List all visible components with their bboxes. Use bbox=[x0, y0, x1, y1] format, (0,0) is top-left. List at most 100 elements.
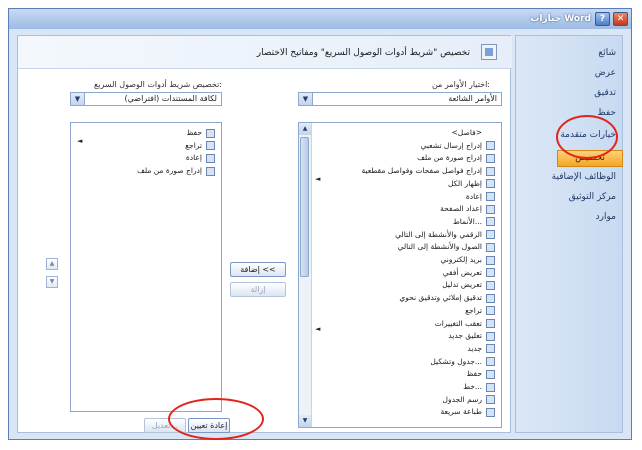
customize-toolbar-label: تخصيص شريط أدوات الوصول السريع: bbox=[94, 80, 222, 89]
command-icon bbox=[486, 217, 495, 227]
command-icon bbox=[486, 242, 495, 252]
command-label: إعادة bbox=[465, 191, 482, 201]
chevron-down-icon-2: ▼ bbox=[71, 93, 85, 105]
command-item[interactable]: إعادة bbox=[466, 191, 495, 203]
command-item[interactable]: بريد إلكتروني bbox=[440, 254, 495, 266]
command-item[interactable]: الأنماط... bbox=[453, 216, 495, 228]
command-item[interactable]: إدراج إرسال تشعبي bbox=[421, 140, 495, 152]
toolbar-item[interactable]: إعادة bbox=[186, 152, 215, 164]
command-label: تعقب التغييرات bbox=[434, 318, 482, 328]
command-icon bbox=[486, 306, 495, 316]
command-item[interactable]: تعليق جديد bbox=[448, 330, 495, 342]
sidebar-item-8[interactable]: مركز التوثيق bbox=[569, 192, 616, 202]
toolbar-item[interactable]: إدراج صورة من ملف bbox=[137, 165, 215, 177]
command-item[interactable]: تعقب التغييرات bbox=[435, 318, 495, 330]
commands-scrollbar[interactable]: ▲ ▼ bbox=[299, 123, 312, 427]
command-item[interactable]: حفظ bbox=[466, 368, 495, 380]
choose-commands-value: الأوامر الشائعة bbox=[448, 94, 497, 103]
command-label: إدراج صورة من ملف bbox=[417, 153, 482, 163]
sidebar-item-7[interactable]: الوظائف الإضافية bbox=[552, 172, 616, 182]
toolbar-item-label: إعادة bbox=[185, 153, 202, 163]
command-icon bbox=[486, 255, 495, 265]
command-label: خط... bbox=[463, 382, 482, 391]
command-label: حفظ bbox=[466, 369, 482, 379]
toolbar-scope-combo[interactable]: ▼ لكافة المستندات (افتراضي) bbox=[70, 92, 222, 106]
toolbar-item[interactable]: حفظ bbox=[186, 127, 215, 139]
move-down-button[interactable]: ▼ bbox=[46, 276, 58, 288]
command-label: إظهار الكل bbox=[448, 178, 482, 188]
command-label: تدقيق إملائي وتدقيق نحوي bbox=[399, 293, 482, 303]
sidebar-item-9[interactable]: موارد bbox=[596, 212, 616, 222]
command-label: <فاصل> bbox=[451, 128, 482, 137]
move-up-button[interactable]: ▲ bbox=[46, 258, 58, 270]
command-icon bbox=[486, 395, 495, 405]
scroll-down-icon[interactable]: ▼ bbox=[299, 415, 311, 427]
command-item[interactable]: تراجع bbox=[465, 305, 495, 317]
command-icon bbox=[486, 280, 495, 290]
command-label: إدراج فواصل صفحات وفواصل مقطعية bbox=[361, 166, 482, 176]
sidebar-item-3[interactable]: تدقيق bbox=[594, 88, 616, 98]
toolbar-scope-value: لكافة المستندات (افتراضي) bbox=[124, 94, 218, 103]
command-label: بريد إلكتروني bbox=[440, 255, 482, 264]
command-item[interactable]: طباعة سريعة bbox=[440, 406, 495, 418]
command-item[interactable]: جدول وتشكيل... bbox=[430, 356, 495, 368]
command-label: تعريض تدليل bbox=[442, 280, 482, 290]
command-item[interactable]: تدقيق إملائي وتدقيق نحوي bbox=[399, 292, 495, 304]
command-item[interactable]: تعريض أفقي bbox=[443, 267, 495, 279]
window-title: خيارات Word bbox=[530, 14, 591, 24]
command-item[interactable]: رسم الجدول bbox=[443, 394, 495, 406]
add-button[interactable]: إضافة << bbox=[230, 262, 286, 277]
chevron-down-icon: ▼ bbox=[299, 93, 313, 105]
customize-icon bbox=[481, 44, 497, 60]
command-icon bbox=[486, 192, 495, 201]
scroll-up-icon[interactable]: ▲ bbox=[299, 123, 311, 135]
command-item[interactable]: إظهار الكل bbox=[448, 178, 495, 190]
command-label: الأنماط... bbox=[452, 216, 482, 226]
command-item[interactable]: إدراج صورة من ملف bbox=[417, 152, 495, 164]
command-icon bbox=[486, 141, 495, 151]
expand-arrow-icon-3: ◄ bbox=[77, 137, 83, 145]
command-item[interactable]: خط... bbox=[463, 381, 495, 393]
command-label: تعريض أفقي bbox=[442, 267, 482, 277]
page-title: تخصيص "شريط أدوات الوصول السريع" ومفاتيح… bbox=[256, 48, 470, 58]
command-item[interactable]: تعريض تدليل bbox=[442, 279, 495, 291]
command-icon bbox=[486, 331, 495, 341]
toolbar-item-icon bbox=[206, 128, 215, 138]
command-icon bbox=[486, 407, 495, 417]
command-icon bbox=[486, 369, 495, 379]
command-label: الرقمي والأنشطة إلى التالي bbox=[395, 229, 482, 239]
command-icon bbox=[486, 153, 495, 163]
help-button[interactable]: ? bbox=[595, 12, 610, 26]
toolbar-item-label: تراجع bbox=[185, 140, 202, 150]
command-item[interactable]: الرقمي والأنشطة إلى التالي bbox=[395, 229, 495, 241]
command-label: الصول والأنشطة إلى التالي bbox=[397, 242, 482, 252]
command-item[interactable]: إعداد الصفحة bbox=[440, 203, 495, 215]
command-icon bbox=[486, 382, 495, 392]
remove-button[interactable]: إزالة bbox=[230, 282, 286, 297]
command-icon bbox=[486, 204, 495, 214]
command-label: إدراج إرسال تشعبي bbox=[420, 140, 482, 150]
toolbar-item-icon bbox=[206, 153, 215, 163]
command-icon bbox=[486, 319, 495, 328]
scroll-thumb[interactable] bbox=[300, 137, 309, 277]
sidebar-item-1[interactable]: شائع bbox=[598, 48, 616, 58]
sidebar-item-2[interactable]: عرض bbox=[595, 68, 616, 78]
command-icon bbox=[486, 179, 495, 189]
command-item[interactable]: إدراج فواصل صفحات وفواصل مقطعية bbox=[361, 165, 495, 177]
close-button[interactable]: ✕ bbox=[613, 12, 628, 26]
toolbar-commands-list[interactable]: حفظ تراجع إعادة إدراج صورة من ملف ◄ bbox=[70, 122, 222, 412]
choose-commands-combo[interactable]: ▼ الأوامر الشائعة bbox=[298, 92, 502, 106]
toolbar-item[interactable]: تراجع bbox=[185, 140, 215, 152]
command-label: تعليق جديد bbox=[448, 331, 482, 341]
toolbar-item-label: حفظ bbox=[186, 128, 202, 137]
command-item[interactable]: <فاصل> bbox=[451, 127, 495, 139]
command-item[interactable]: جديد bbox=[467, 343, 495, 355]
command-label: طباعة سريعة bbox=[440, 407, 482, 417]
commands-list[interactable]: ▲ ▼ <فاصل> إدراج إرسال تشعبي إدراج صورة من… bbox=[298, 122, 502, 428]
expand-arrow-icon: ◄ bbox=[315, 175, 321, 183]
options-sidebar: شائع عرض تدقيق حفظ خيارات متقدمة تخصيص الوظائف… bbox=[515, 35, 623, 433]
command-item[interactable]: الصول والأنشطة إلى التالي bbox=[398, 241, 495, 253]
command-label: جدول وتشكيل... bbox=[430, 356, 482, 366]
command-label: جديد bbox=[467, 343, 482, 353]
word-options-window: خيارات Word ? ✕ تخصيص "شريط أدوات الوصول… bbox=[8, 8, 632, 440]
